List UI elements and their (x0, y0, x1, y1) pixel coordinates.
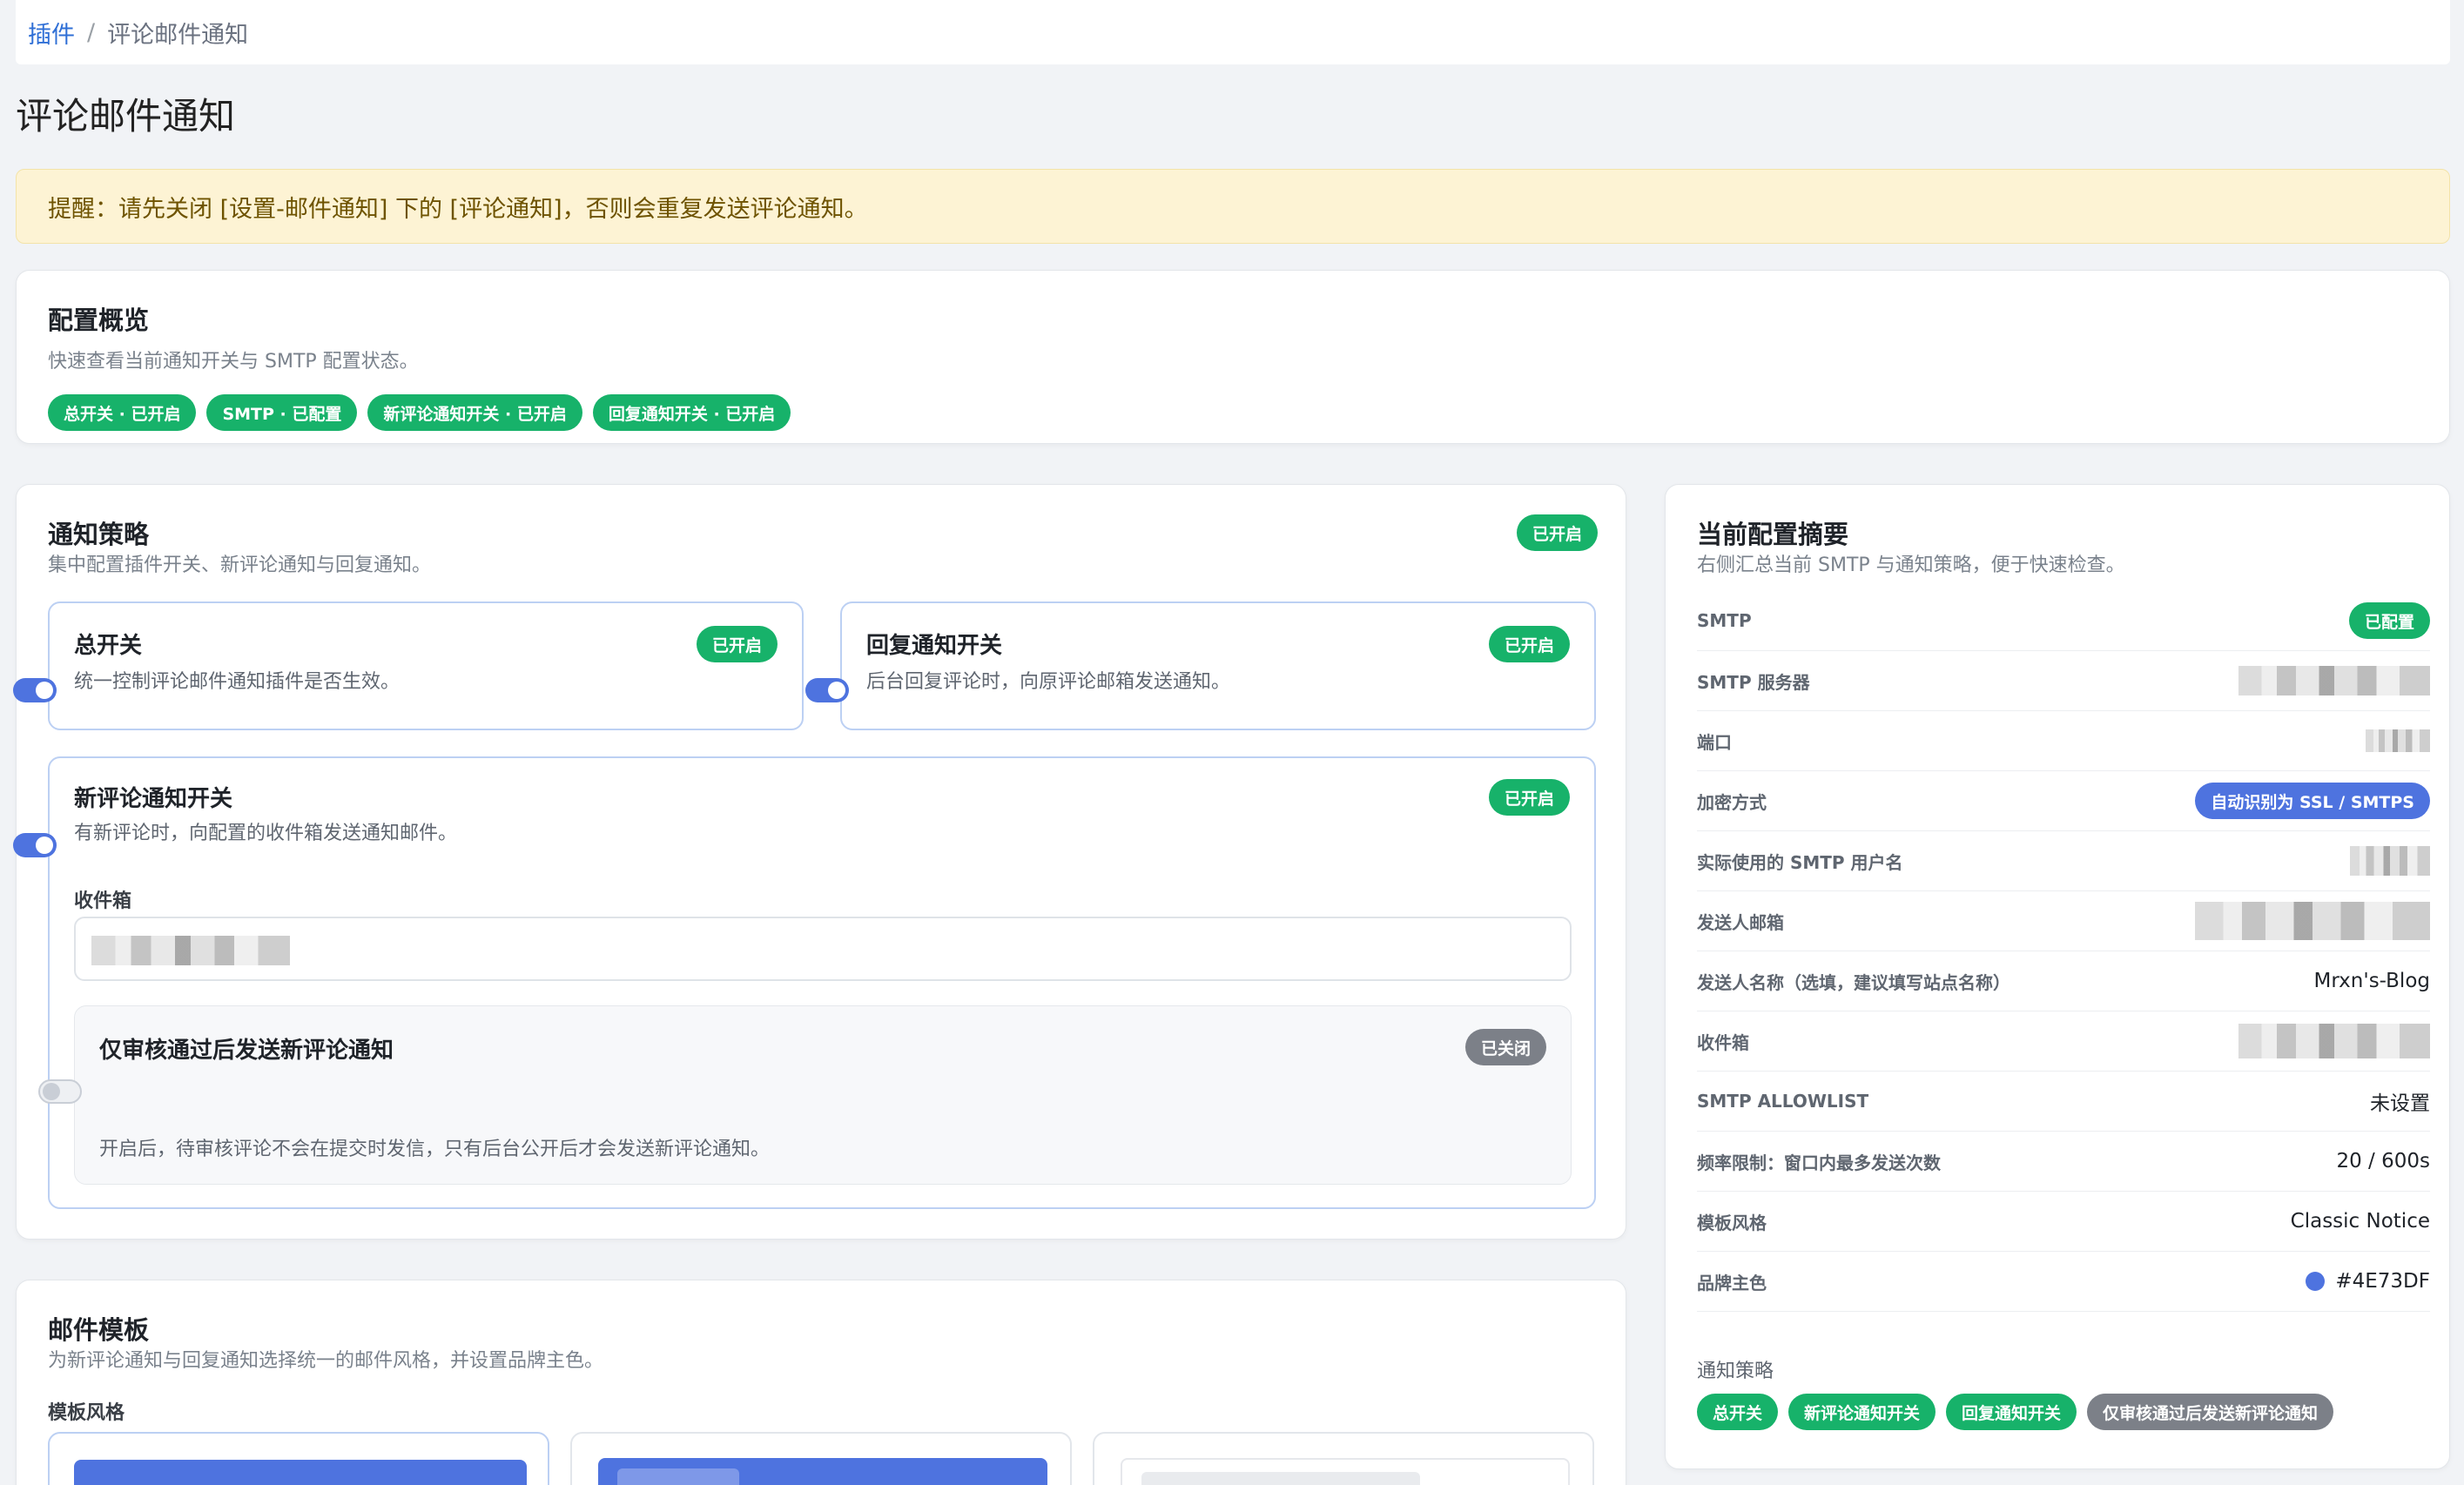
summary-value: 20 / 600s (2336, 1150, 2430, 1173)
summary-row-inbox: 收件箱 (1697, 1011, 2430, 1072)
summary-key: SMTP (1697, 610, 1752, 631)
template-preview-block (598, 1458, 1047, 1485)
summary-row-username: 实际使用的 SMTP 用户名 (1697, 831, 2430, 891)
warning-banner: 提醒：请先关闭 [设置-邮件通知] 下的 [评论通知]，否则会重复发送评论通知。 (16, 169, 2450, 244)
summary-value: #4E73DF (2335, 1270, 2430, 1293)
inbox-label: 收件箱 (74, 890, 132, 912)
summary-key: 端口 (1697, 731, 1732, 753)
warning-text: 提醒：请先关闭 [设置-邮件通知] 下的 [评论通知]，否则会重复发送评论通知。 (48, 195, 868, 223)
summary-key: 发送人名称（选填，建议填写站点名称） (1697, 971, 2010, 993)
redacted-value (2238, 666, 2430, 695)
template-title: 邮件模板 (48, 1315, 150, 1345)
policy-badge-reply: 回复通知开关 (1946, 1394, 2077, 1430)
reply-switch-toggle[interactable] (805, 678, 849, 702)
template-preview-minimal (1121, 1458, 1570, 1485)
redacted-value (2238, 1024, 2430, 1058)
template-card: 邮件模板 为新评论通知与回复通知选择统一的邮件风格，并设置品牌主色。 模板风格 (16, 1280, 1626, 1485)
new-comment-status: 已开启 (1488, 779, 1570, 816)
summary-card: 当前配置摘要 右侧汇总当前 SMTP 与通知策略，便于快速检查。 SMTP 已配… (1665, 484, 2450, 1469)
master-switch-title: 总开关 (74, 633, 143, 659)
smtp-status-badge: 已配置 (2348, 602, 2430, 639)
redacted-value (2350, 846, 2430, 876)
badge-smtp: SMTP · 已配置 (206, 394, 358, 431)
redacted-value (2195, 902, 2430, 940)
summary-title: 当前配置摘要 (1697, 520, 1849, 549)
summary-row-sender-name: 发送人名称（选填，建议填写站点名称） Mrxn's-Blog (1697, 951, 2430, 1011)
redacted-value (2366, 729, 2430, 752)
encryption-badge: 自动识别为 SSL / SMTPS (2195, 783, 2430, 819)
summary-row-brand-color: 品牌主色 #4E73DF (1697, 1252, 2430, 1312)
breadcrumb-current: 评论邮件通知 (107, 21, 249, 49)
new-comment-desc: 有新评论时，向配置的收件箱发送通知邮件。 (74, 823, 458, 844)
breadcrumb: 插件 / 评论邮件通知 (16, 0, 2450, 64)
approve-only-card: 仅审核通过后发送新评论通知 已关闭 开启后，待审核评论不会在提交时发信，只有后台… (38, 1005, 1572, 1185)
approve-only-title: 仅审核通过后发送新评论通知 (99, 1038, 394, 1064)
new-comment-switch-card: 新评论通知开关 有新评论时，向配置的收件箱发送通知邮件。 已开启 收件箱 仅审核… (13, 756, 1596, 1209)
summary-subtitle: 右侧汇总当前 SMTP 与通知策略，便于快速检查。 (1697, 554, 2125, 576)
summary-key: 收件箱 (1697, 1031, 1749, 1053)
summary-value: 未设置 (2370, 1092, 2430, 1115)
policy-badge-master: 总开关 (1697, 1394, 1779, 1430)
strategy-title: 通知策略 (48, 520, 150, 549)
overview-card: 配置概览 快速查看当前通知开关与 SMTP 配置状态。 总开关 · 已开启 SM… (16, 270, 2450, 444)
inbox-input[interactable] (74, 917, 1572, 981)
brand-color-value: #4E73DF (2306, 1270, 2430, 1293)
summary-row-rate-limit: 频率限制：窗口内最多发送次数 20 / 600s (1697, 1132, 2430, 1192)
summary-row-encryption: 加密方式 自动识别为 SSL / SMTPS (1697, 771, 2430, 831)
summary-value: Classic Notice (2290, 1210, 2430, 1233)
summary-key: 品牌主色 (1697, 1272, 1767, 1293)
strategy-card: 通知策略 集中配置插件开关、新评论通知与回复通知。 已开启 总开关 统一控制评论… (13, 484, 1626, 1240)
reply-switch-title: 回复通知开关 (866, 633, 1003, 659)
master-switch-desc: 统一控制评论邮件通知插件是否生效。 (74, 671, 401, 693)
summary-key: SMTP 服务器 (1697, 671, 1810, 693)
summary-row-server: SMTP 服务器 (1697, 651, 2430, 711)
breadcrumb-plugins-link[interactable]: 插件 (28, 16, 75, 50)
breadcrumb-separator: / (87, 18, 96, 46)
summary-policy-badges: 总开关 新评论通知开关 回复通知开关 仅审核通过后发送新评论通知 (1697, 1394, 2334, 1430)
summary-row-template-style: 模板风格 Classic Notice (1697, 1192, 2430, 1252)
overview-title: 配置概览 (48, 306, 150, 335)
template-subtitle: 为新评论通知与回复通知选择统一的邮件风格，并设置品牌主色。 (48, 1350, 604, 1372)
reply-switch-desc: 后台回复评论时，向原评论邮箱发送通知。 (866, 671, 1231, 693)
approve-only-desc: 开启后，待审核评论不会在提交时发信，只有后台公开后才会发送新评论通知。 (99, 1139, 771, 1160)
summary-row-sender-email: 发送人邮箱 (1697, 891, 2430, 951)
master-switch-card: 总开关 统一控制评论邮件通知插件是否生效。 已开启 (13, 601, 804, 730)
summary-key: 发送人邮箱 (1697, 911, 1784, 933)
summary-policy-label: 通知策略 (1697, 1361, 1774, 1382)
master-switch-status: 已开启 (696, 626, 778, 662)
new-comment-toggle[interactable] (13, 833, 57, 857)
template-option-card[interactable] (570, 1432, 1072, 1485)
summary-row-allowlist: SMTP ALLOWLIST 未设置 (1697, 1072, 2430, 1132)
badge-reply: 回复通知开关 · 已开启 (592, 394, 791, 431)
brand-color-swatch (2306, 1272, 2326, 1291)
redacted-value (91, 936, 290, 965)
strategy-status-badge: 已开启 (1516, 514, 1598, 551)
summary-value: Mrxn's-Blog (2313, 970, 2431, 992)
badge-master: 总开关 · 已开启 (48, 394, 197, 431)
approve-only-toggle[interactable] (38, 1079, 82, 1104)
badge-new-comment: 新评论通知开关 · 已开启 (367, 394, 582, 431)
summary-key: 加密方式 (1697, 791, 1767, 813)
approve-only-status: 已关闭 (1464, 1029, 1546, 1065)
page-title: 评论邮件通知 (16, 95, 236, 138)
summary-key: 频率限制：窗口内最多发送次数 (1697, 1152, 1941, 1173)
policy-badge-approve-only: 仅审核通过后发送新评论通知 (2087, 1394, 2334, 1430)
overview-subtitle: 快速查看当前通知开关与 SMTP 配置状态。 (48, 351, 419, 373)
template-option-minimal[interactable] (1093, 1432, 1594, 1485)
summary-key: 实际使用的 SMTP 用户名 (1697, 851, 1903, 873)
template-option-classic[interactable] (48, 1432, 549, 1485)
strategy-subtitle: 集中配置插件开关、新评论通知与回复通知。 (48, 554, 432, 576)
reply-switch-card: 回复通知开关 后台回复评论时，向原评论邮箱发送通知。 已开启 (805, 601, 1596, 730)
summary-key: 模板风格 (1697, 1212, 1767, 1233)
new-comment-title: 新评论通知开关 (74, 786, 233, 812)
template-preview-bar (74, 1460, 527, 1485)
summary-key: SMTP ALLOWLIST (1697, 1091, 1869, 1112)
summary-row-smtp: SMTP 已配置 (1697, 591, 2430, 651)
policy-badge-new-comment: 新评论通知开关 (1788, 1394, 1936, 1430)
master-switch-toggle[interactable] (13, 678, 57, 702)
template-style-label: 模板风格 (48, 1402, 125, 1424)
reply-switch-status: 已开启 (1488, 626, 1570, 662)
summary-row-port: 端口 (1697, 711, 2430, 771)
